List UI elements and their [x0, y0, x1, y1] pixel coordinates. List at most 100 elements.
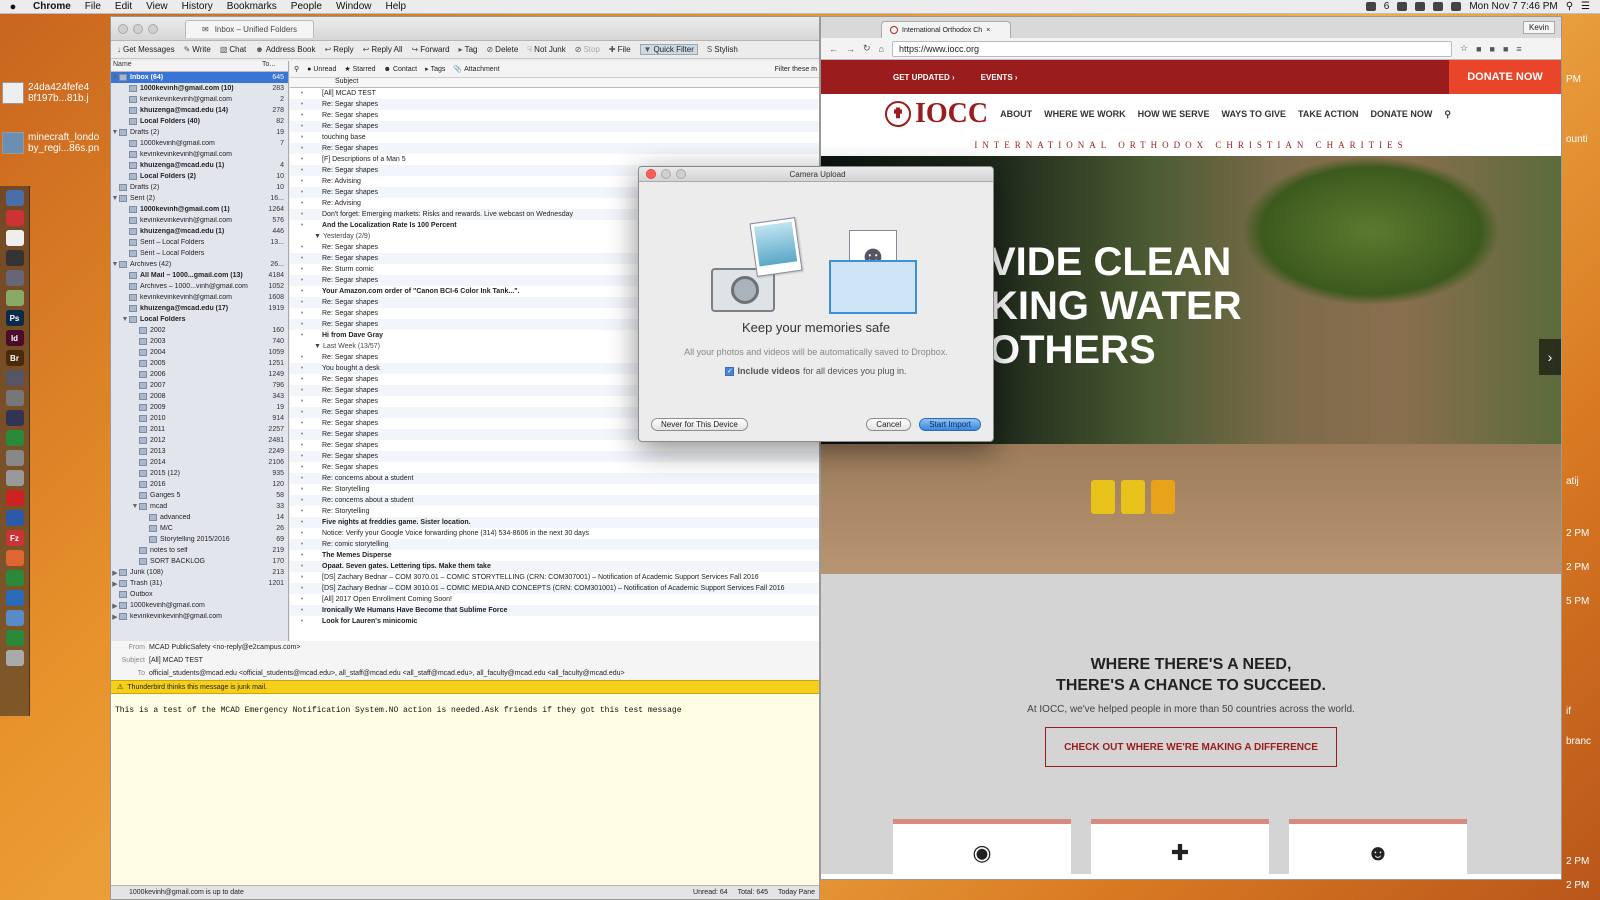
get-updated-link[interactable]: GET UPDATED › [893, 73, 955, 82]
read-status-icon[interactable]: • [290, 585, 314, 592]
folder-row[interactable]: 2012 2481 [111, 435, 288, 446]
message-row[interactable]: • Re: Segar shapes [290, 451, 819, 462]
folder-row[interactable]: notes to self 219 [111, 545, 288, 556]
read-status-icon[interactable]: • [290, 409, 314, 416]
pin-icon[interactable]: ⚲ [294, 65, 299, 73]
dropbox-icon[interactable] [1365, 2, 1376, 11]
subject-column-header[interactable]: Subject [335, 78, 358, 87]
folder-row[interactable]: M/C 26 [111, 523, 288, 534]
folder-row[interactable]: 2010 914 [111, 413, 288, 424]
app-icon[interactable] [5, 390, 24, 406]
read-status-icon[interactable]: • [290, 442, 314, 449]
read-status-icon[interactable]: • [290, 244, 314, 251]
close-tab-icon[interactable]: × [986, 27, 990, 34]
photoshop-icon[interactable]: Ps [5, 310, 24, 326]
folder-row[interactable]: Drafts (2) 10 [111, 182, 288, 193]
menu-chrome[interactable]: Chrome [26, 1, 78, 12]
folder-row[interactable]: 2007 796 [111, 380, 288, 391]
folder-row[interactable]: 1000kevinh@gmail.com (10) 283 [111, 83, 288, 94]
twisty-icon[interactable]: ▶ [111, 602, 119, 610]
folder-row[interactable]: 2009 19 [111, 402, 288, 413]
quick-filter-input[interactable]: Filter these m [775, 66, 817, 73]
read-status-icon[interactable]: • [290, 541, 314, 548]
chat-button[interactable]: ▧ Chat [220, 45, 246, 54]
folder-icon[interactable] [5, 610, 24, 626]
read-status-icon[interactable]: • [290, 486, 314, 493]
read-status-icon[interactable]: • [290, 222, 314, 229]
never-for-device-button[interactable]: Never for This Device [651, 418, 748, 431]
today-pane-button[interactable]: Today Pane [778, 889, 815, 896]
twisty-icon[interactable]: ▶ [111, 613, 119, 621]
folder-row[interactable]: khuizenga@mcad.edu (17) 1919 [111, 303, 288, 314]
forward-button[interactable]: ↪ Forward [412, 45, 450, 54]
read-status-icon[interactable]: • [290, 112, 314, 119]
search-icon[interactable]: ⚲ [1566, 1, 1573, 12]
file-button[interactable]: ✚ File [609, 45, 631, 54]
from-value[interactable]: MCAD PublicSafety <no-reply@e2campus.com… [149, 644, 300, 651]
read-status-icon[interactable]: • [290, 618, 314, 625]
read-status-icon[interactable]: • [290, 431, 314, 438]
message-row[interactable]: • Re: Segar shapes [290, 110, 819, 121]
menu-help[interactable]: Help [379, 1, 414, 12]
folder-row[interactable]: 2013 2249 [111, 446, 288, 457]
filter-unread[interactable]: ● Unread [307, 66, 336, 73]
read-status-icon[interactable]: • [290, 387, 314, 394]
read-status-icon[interactable]: • [290, 398, 314, 405]
message-row[interactable]: • Re: comic storytelling [290, 539, 819, 550]
battery-count[interactable]: 6 [1384, 1, 1390, 12]
trash-icon[interactable] [5, 650, 24, 666]
filezilla-icon[interactable]: Fz [5, 530, 24, 546]
read-status-icon[interactable]: • [290, 255, 314, 262]
message-row[interactable]: • Re: Segar shapes [290, 143, 819, 154]
finder-icon[interactable] [5, 190, 24, 206]
folder-row[interactable]: ▼ Sent (2) 16... [111, 193, 288, 204]
read-status-icon[interactable]: • [290, 123, 314, 130]
forward-icon[interactable]: → [846, 44, 855, 54]
app-icon[interactable] [5, 370, 24, 386]
read-status-icon[interactable]: • [290, 178, 314, 185]
chrome-icon[interactable] [5, 570, 24, 586]
health-card[interactable]: ✚ [1091, 819, 1269, 879]
apple-menu-icon[interactable]: ● [0, 1, 26, 13]
folder-row[interactable]: kevinkevinkevinh@gmail.com [111, 149, 288, 160]
message-row[interactable]: • Re: Segar shapes [290, 99, 819, 110]
read-status-icon[interactable]: • [290, 299, 314, 306]
read-status-icon[interactable]: • [290, 552, 314, 559]
twisty-icon[interactable]: ▼ [121, 316, 129, 323]
folder-row[interactable]: 2011 2257 [111, 424, 288, 435]
folder-row[interactable]: Storytelling 2015/2016 69 [111, 534, 288, 545]
events-link[interactable]: EVENTS › [981, 73, 1018, 82]
clock[interactable]: Mon Nov 7 7:46 PM [1469, 1, 1557, 12]
minimize-button[interactable] [133, 23, 143, 34]
folder-row[interactable]: 1000kevinh@gmail.com (1) 1264 [111, 204, 288, 215]
desktop-file-2[interactable]: minecraft_londo by_regi...86s.pn [2, 132, 112, 154]
read-status-icon[interactable]: • [290, 574, 314, 581]
message-row[interactable]: • Re: concerns about a student [290, 495, 819, 506]
group-twisty-icon[interactable]: ▼ [314, 343, 321, 350]
folder-row[interactable]: Outbox [111, 589, 288, 600]
message-row[interactable]: • Re: Storytelling [290, 506, 819, 517]
folder-row[interactable]: khuizenga@mcad.edu (14) 278 [111, 105, 288, 116]
search-icon[interactable]: ⚲ [1444, 109, 1451, 120]
folder-row[interactable]: Ganges 5 58 [111, 490, 288, 501]
app-icon[interactable] [5, 250, 24, 266]
read-status-icon[interactable]: • [290, 519, 314, 526]
reply-all-button[interactable]: ↩ Reply All [363, 45, 403, 54]
close-button[interactable] [118, 23, 128, 34]
folder-row[interactable]: khuizenga@mcad.edu (1) 446 [111, 226, 288, 237]
iocc-logo[interactable]: ✟ IOCC [885, 98, 988, 130]
close-button[interactable] [646, 169, 656, 179]
nav-ways-to-give[interactable]: WAYS TO GIVE [1221, 109, 1286, 119]
extension-icon[interactable]: ■ [1476, 44, 1481, 54]
folder-row[interactable]: ▶ Trash (31) 1201 [111, 578, 288, 589]
chrome-icon[interactable] [5, 430, 24, 446]
folder-row[interactable]: khuizenga@mcad.edu (1) 4 [111, 160, 288, 171]
desktop-file-1[interactable]: 24da424fefe4 8f197b...81b.j [2, 82, 112, 104]
read-status-icon[interactable]: • [290, 508, 314, 515]
folder-row[interactable]: ▼ mcad 33 [111, 501, 288, 512]
difference-cta-button[interactable]: CHECK OUT WHERE WE'RE MAKING A DIFFERENC… [1045, 727, 1337, 767]
pencil-icon[interactable] [5, 290, 24, 306]
nav-where-we-work[interactable]: WHERE WE WORK [1044, 109, 1126, 119]
read-status-icon[interactable]: • [290, 453, 314, 460]
get-messages-button[interactable]: ↓ Get Messages [117, 45, 175, 54]
